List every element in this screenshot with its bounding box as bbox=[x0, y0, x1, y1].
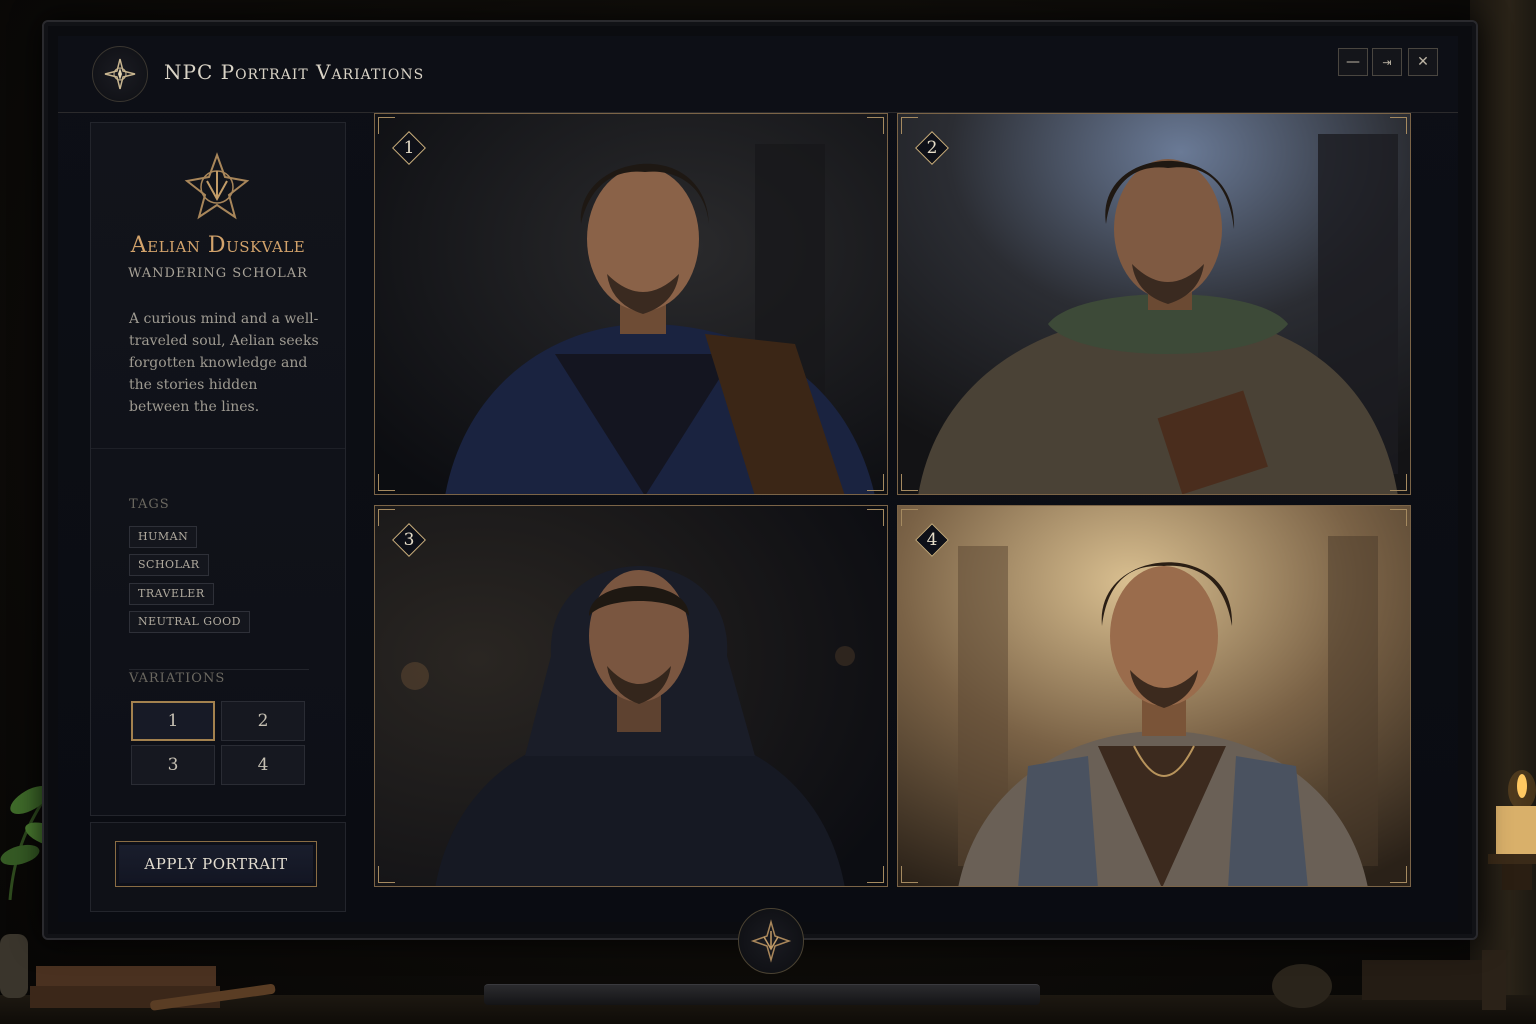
frame-corner bbox=[867, 117, 884, 134]
bottom-emblem-icon bbox=[738, 908, 804, 974]
crest-icon bbox=[184, 152, 250, 220]
variation-badge-1: 1 bbox=[392, 131, 426, 165]
tag-human[interactable]: HUMAN bbox=[129, 526, 198, 548]
portrait-image-1 bbox=[375, 114, 887, 494]
divider bbox=[129, 669, 309, 670]
divider bbox=[91, 448, 345, 449]
tag-traveler[interactable]: TRAVELER bbox=[129, 583, 214, 605]
variation-button-1[interactable]: 1 bbox=[131, 701, 215, 741]
monitor-stand bbox=[484, 984, 1040, 1005]
portrait-image-3 bbox=[375, 506, 887, 886]
portrait-image-4 bbox=[898, 506, 1410, 886]
variation-badge-3: 3 bbox=[392, 523, 426, 557]
frame-corner bbox=[867, 509, 884, 526]
minimize-button[interactable]: — bbox=[1338, 48, 1368, 76]
app-emblem-icon bbox=[92, 46, 148, 102]
frame-corner bbox=[378, 866, 395, 883]
restore-icon: ⇥ bbox=[1382, 55, 1392, 69]
title-bar: NPC Portrait Variations — ⇥ ✕ bbox=[58, 36, 1458, 113]
portrait-image-2 bbox=[898, 114, 1410, 494]
monitor: NPC Portrait Variations — ⇥ ✕ Aelian Dus… bbox=[42, 20, 1478, 974]
tag-scholar[interactable]: SCHOLAR bbox=[129, 554, 209, 576]
frame-corner bbox=[1390, 474, 1407, 491]
portrait-card-2[interactable]: 2 bbox=[897, 113, 1411, 495]
variation-button-2[interactable]: 2 bbox=[221, 701, 305, 741]
candle-decoration bbox=[1488, 770, 1536, 890]
close-button[interactable]: ✕ bbox=[1408, 48, 1438, 76]
npc-info-panel: Aelian Duskvale WANDERING SCHOLAR A curi… bbox=[90, 122, 346, 816]
restore-button[interactable]: ⇥ bbox=[1372, 48, 1402, 76]
portrait-card-1[interactable]: 1 bbox=[374, 113, 888, 495]
frame-corner bbox=[1390, 866, 1407, 883]
window-title: NPC Portrait Variations bbox=[164, 60, 425, 84]
tags-heading: TAGS bbox=[129, 497, 170, 512]
apply-portrait-button[interactable]: APPLY PORTRAIT bbox=[115, 841, 317, 887]
variation-button-3[interactable]: 3 bbox=[131, 745, 215, 785]
npc-name: Aelian Duskvale bbox=[130, 233, 306, 258]
app-window: NPC Portrait Variations — ⇥ ✕ Aelian Dus… bbox=[58, 36, 1458, 922]
books-decoration bbox=[0, 934, 276, 1011]
npc-description: A curious mind and a well-traveled soul,… bbox=[129, 311, 319, 415]
frame-corner bbox=[1390, 509, 1407, 526]
frame-corner bbox=[901, 474, 918, 491]
variation-badge-2: 2 bbox=[915, 131, 949, 165]
tag-neutral-good[interactable]: NEUTRAL GOOD bbox=[129, 611, 250, 633]
variation-badge-4: 4 bbox=[915, 523, 949, 557]
npc-class: WANDERING SCHOLAR bbox=[128, 266, 308, 281]
desk-items-decoration bbox=[1272, 950, 1506, 1010]
portrait-card-4[interactable]: 4 bbox=[897, 505, 1411, 887]
frame-corner bbox=[867, 866, 884, 883]
frame-corner bbox=[901, 866, 918, 883]
variations-heading: VARIATIONS bbox=[129, 671, 226, 686]
close-icon: ✕ bbox=[1417, 54, 1429, 70]
frame-corner bbox=[1390, 117, 1407, 134]
portrait-card-3[interactable]: 3 bbox=[374, 505, 888, 887]
action-panel: APPLY PORTRAIT bbox=[90, 822, 346, 912]
minimize-icon: — bbox=[1346, 54, 1360, 70]
frame-corner bbox=[867, 474, 884, 491]
frame-corner bbox=[378, 474, 395, 491]
variation-button-4[interactable]: 4 bbox=[221, 745, 305, 785]
